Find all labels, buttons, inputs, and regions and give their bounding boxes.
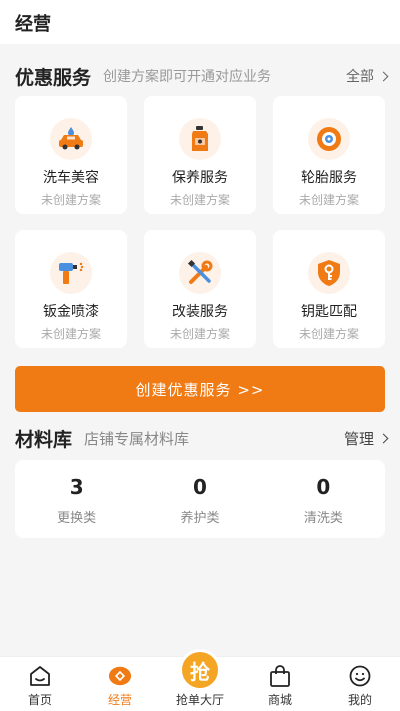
stat-label: 更换类 bbox=[57, 511, 97, 526]
service-name: 改装服务 bbox=[172, 304, 228, 320]
tab-label: 经营 bbox=[107, 693, 132, 707]
chevron-right-icon bbox=[378, 71, 389, 81]
service-status: 未创建方案 bbox=[40, 193, 101, 207]
materials-section-header: 材料库 店铺专属材料库 管理 bbox=[15, 425, 389, 451]
tab-label: 抢单大厅 bbox=[175, 693, 224, 707]
services-title: 优惠服务 bbox=[15, 66, 92, 89]
service-status: 未创建方案 bbox=[169, 193, 230, 207]
services-all-link[interactable]: 全部 bbox=[346, 66, 389, 86]
service-name: 钥匙匹配 bbox=[301, 304, 357, 320]
stat-value: 0 bbox=[316, 475, 331, 499]
tab-home[interactable]: 首页 bbox=[0, 657, 80, 711]
service-card-spray-paint[interactable]: 钣金喷漆 未创建方案 bbox=[15, 230, 127, 348]
services-section-header: 优惠服务 创建方案即可开通对应业务 全部 bbox=[15, 63, 389, 89]
key-shield-icon bbox=[308, 252, 350, 294]
services-subtitle: 创建方案即可开通对应业务 bbox=[103, 69, 272, 85]
service-name: 轮胎服务 bbox=[301, 170, 357, 186]
tab-profile[interactable]: 我的 bbox=[320, 657, 400, 711]
service-card-maintenance[interactable]: 保养服务 未创建方案 bbox=[144, 96, 256, 214]
materials-subtitle: 店铺专属材料库 bbox=[84, 429, 190, 448]
bottom-tab-bar: 首页 经营 抢 抢单大厅 商城 我的 bbox=[0, 649, 400, 711]
tab-business[interactable]: 经营 bbox=[80, 657, 160, 711]
services-grid: 洗车美容 未创建方案 保养服务 未创建方案 轮胎服务 未创建方案 钣金喷漆 未创… bbox=[15, 96, 385, 348]
chevron-right-icon bbox=[378, 433, 389, 443]
stat-value: 0 bbox=[193, 475, 207, 499]
home-icon bbox=[28, 664, 52, 688]
service-name: 洗车美容 bbox=[43, 170, 99, 186]
business-icon bbox=[108, 664, 132, 688]
grab-order-icon: 抢 bbox=[179, 649, 221, 691]
wrench-screwdriver-icon bbox=[179, 252, 221, 294]
service-status: 未创建方案 bbox=[298, 327, 359, 341]
services-all-label: 全部 bbox=[346, 69, 374, 85]
materials-manage-link[interactable]: 管理 bbox=[343, 428, 389, 449]
car-wash-icon bbox=[50, 118, 92, 160]
page-title: 经营 bbox=[15, 14, 51, 35]
create-service-button[interactable]: 创建优惠服务 >> bbox=[15, 366, 385, 412]
stat-replacement[interactable]: 3 更换类 bbox=[15, 460, 138, 538]
service-card-tire[interactable]: 轮胎服务 未创建方案 bbox=[273, 96, 385, 214]
oil-can-icon bbox=[179, 118, 221, 160]
materials-title: 材料库 bbox=[15, 428, 73, 451]
service-name: 保养服务 bbox=[172, 170, 228, 186]
spray-gun-icon bbox=[50, 252, 92, 294]
service-card-key-matching[interactable]: 钥匙匹配 未创建方案 bbox=[273, 230, 385, 348]
stat-label: 养护类 bbox=[180, 511, 220, 526]
tab-label: 我的 bbox=[347, 693, 372, 707]
service-status: 未创建方案 bbox=[298, 193, 359, 207]
tire-icon bbox=[308, 118, 350, 160]
profile-icon bbox=[348, 664, 372, 688]
stat-value: 3 bbox=[69, 475, 84, 499]
materials-stats-card: 3 更换类 0 养护类 0 清洗类 bbox=[15, 460, 385, 538]
service-card-car-wash[interactable]: 洗车美容 未创建方案 bbox=[15, 96, 127, 214]
tab-label: 首页 bbox=[27, 693, 52, 707]
stat-label: 清洗类 bbox=[303, 511, 343, 526]
tab-grab-order[interactable]: 抢 抢单大厅 bbox=[160, 649, 240, 711]
shopping-bag-icon bbox=[268, 664, 292, 688]
stat-maintenance[interactable]: 0 养护类 bbox=[138, 460, 261, 538]
top-bar: 经营 bbox=[0, 0, 400, 44]
service-status: 未创建方案 bbox=[169, 327, 230, 341]
service-card-modification[interactable]: 改装服务 未创建方案 bbox=[144, 230, 256, 348]
service-name: 钣金喷漆 bbox=[43, 304, 99, 320]
tab-label: 商城 bbox=[267, 693, 292, 707]
stat-cleaning[interactable]: 0 清洗类 bbox=[262, 460, 385, 538]
tab-mall[interactable]: 商城 bbox=[240, 657, 320, 711]
materials-manage-label: 管理 bbox=[343, 429, 374, 448]
service-status: 未创建方案 bbox=[40, 327, 101, 341]
